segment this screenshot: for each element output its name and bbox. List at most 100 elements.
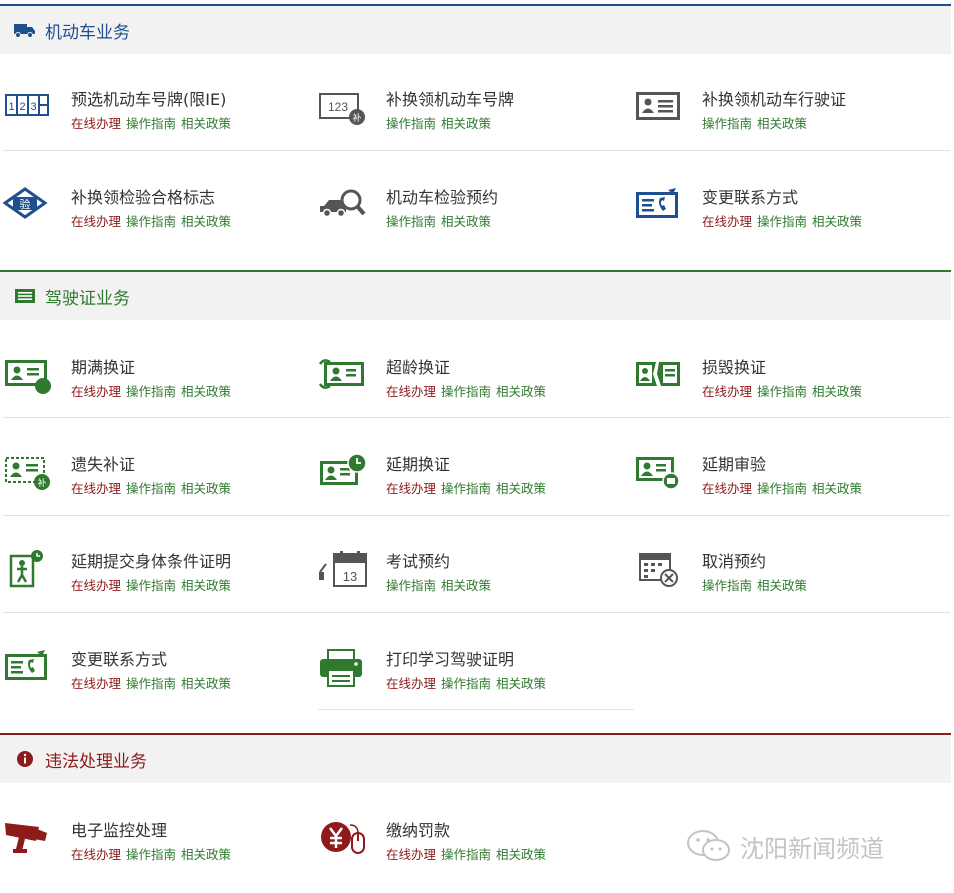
plate-digit: 3	[30, 101, 36, 113]
guide-link[interactable]: 操作指南	[126, 116, 176, 131]
service-title[interactable]: 预选机动车号牌(限IE)	[71, 86, 226, 110]
online-link[interactable]: 在线办理	[71, 214, 121, 229]
service-item[interactable]: 123 补 补换领机动车号牌 操作指南 相关政策	[318, 86, 618, 146]
service-item[interactable]: 期满换证 在线办理 操作指南 相关政策	[3, 354, 303, 414]
online-link[interactable]: 在线办理	[386, 481, 436, 496]
guide-link[interactable]: 操作指南	[386, 116, 436, 131]
service-item[interactable]: 变更联系方式 在线办理 操作指南 相关政策	[634, 184, 934, 244]
guide-link[interactable]: 操作指南	[757, 481, 807, 496]
service-title[interactable]: 考试预约	[386, 548, 450, 572]
guide-link[interactable]: 操作指南	[757, 214, 807, 229]
vehicle-license-icon	[634, 88, 684, 128]
service-title[interactable]: 电子监控处理	[71, 817, 167, 841]
guide-link[interactable]: 操作指南	[702, 578, 752, 593]
service-item[interactable]: 延期审验 在线办理 操作指南 相关政策	[634, 451, 934, 511]
service-title[interactable]: 补换领机动车行驶证	[702, 86, 846, 110]
service-item[interactable]: 缴纳罚款 在线办理 操作指南 相关政策	[318, 817, 618, 877]
service-item[interactable]: 13 考试预约 操作指南 相关政策	[318, 548, 618, 608]
policy-link[interactable]: 相关政策	[496, 676, 546, 691]
service-item[interactable]: 变更联系方式 在线办理 操作指南 相关政策	[3, 646, 303, 706]
guide-link[interactable]: 操作指南	[386, 578, 436, 593]
guide-link[interactable]: 操作指南	[126, 578, 176, 593]
yen-payment-icon	[318, 819, 368, 859]
service-title[interactable]: 取消预约	[702, 548, 766, 572]
online-link[interactable]: 在线办理	[71, 578, 121, 593]
service-item[interactable]: 取消预约 操作指南 相关政策	[634, 548, 934, 608]
service-title[interactable]: 超龄换证	[386, 354, 450, 378]
policy-link[interactable]: 相关政策	[757, 578, 807, 593]
online-link[interactable]: 在线办理	[386, 676, 436, 691]
policy-link[interactable]: 相关政策	[441, 116, 491, 131]
service-item[interactable]: 电子监控处理 在线办理 操作指南 相关政策	[3, 817, 303, 877]
service-title[interactable]: 补换领机动车号牌	[386, 86, 514, 110]
service-item[interactable]: 打印学习驾驶证明 在线办理 操作指南 相关政策	[318, 646, 618, 706]
policy-link[interactable]: 相关政策	[181, 116, 231, 131]
guide-link[interactable]: 操作指南	[441, 676, 491, 691]
policy-link[interactable]: 相关政策	[496, 847, 546, 862]
guide-link[interactable]: 操作指南	[386, 214, 436, 229]
policy-link[interactable]: 相关政策	[812, 384, 862, 399]
section-title: 驾驶证业务	[45, 288, 130, 309]
guide-link[interactable]: 操作指南	[126, 481, 176, 496]
policy-link[interactable]: 相关政策	[441, 578, 491, 593]
service-item[interactable]: 机动车检验预约 操作指南 相关政策	[318, 184, 618, 244]
policy-link[interactable]: 相关政策	[181, 214, 231, 229]
service-title[interactable]: 机动车检验预约	[386, 184, 498, 208]
online-link[interactable]: 在线办理	[702, 214, 752, 229]
service-title[interactable]: 补换领检验合格标志	[71, 184, 215, 208]
policy-link[interactable]: 相关政策	[496, 384, 546, 399]
online-link[interactable]: 在线办理	[71, 481, 121, 496]
policy-link[interactable]: 相关政策	[496, 481, 546, 496]
service-title[interactable]: 期满换证	[71, 354, 135, 378]
online-link[interactable]: 在线办理	[71, 384, 121, 399]
service-title[interactable]: 遗失补证	[71, 451, 135, 475]
online-link[interactable]: 在线办理	[71, 676, 121, 691]
online-link[interactable]: 在线办理	[386, 847, 436, 862]
service-title[interactable]: 变更联系方式	[71, 646, 167, 670]
policy-link[interactable]: 相关政策	[441, 214, 491, 229]
service-title[interactable]: 打印学习驾驶证明	[386, 646, 514, 670]
policy-link[interactable]: 相关政策	[181, 847, 231, 862]
online-link[interactable]: 在线办理	[702, 384, 752, 399]
online-link[interactable]: 在线办理	[71, 847, 121, 862]
service-item[interactable]: 延期提交身体条件证明 在线办理 操作指南 相关政策	[3, 548, 303, 608]
online-link[interactable]: 在线办理	[71, 116, 121, 131]
service-title[interactable]: 变更联系方式	[702, 184, 798, 208]
service-title[interactable]: 延期换证	[386, 451, 450, 475]
guide-link[interactable]: 操作指南	[126, 676, 176, 691]
service-item[interactable]: 补 遗失补证 在线办理 操作指南 相关政策	[3, 451, 303, 511]
service-title[interactable]: 损毁换证	[702, 354, 766, 378]
watermark-text: 沈阳新闻频道	[740, 834, 884, 863]
service-item[interactable]: 损毁换证 在线办理 操作指南 相关政策	[634, 354, 934, 414]
online-link[interactable]: 在线办理	[386, 384, 436, 399]
service-item[interactable]: 延期换证 在线办理 操作指南 相关政策	[318, 451, 618, 511]
service-item[interactable]: 验 补换领检验合格标志 在线办理 操作指南 相关政策	[3, 184, 303, 244]
camera-icon	[3, 819, 53, 859]
service-title[interactable]: 缴纳罚款	[386, 817, 450, 841]
service-item[interactable]: 超龄换证 在线办理 操作指南 相关政策	[318, 354, 618, 414]
service-links: 操作指南 相关政策	[386, 575, 496, 594]
guide-link[interactable]: 操作指南	[441, 847, 491, 862]
policy-link[interactable]: 相关政策	[181, 676, 231, 691]
policy-link[interactable]: 相关政策	[812, 481, 862, 496]
guide-link[interactable]: 操作指南	[757, 384, 807, 399]
guide-link[interactable]: 操作指南	[441, 481, 491, 496]
service-links: 在线办理 操作指南 相关政策	[386, 844, 551, 863]
service-item[interactable]: 补换领机动车行驶证 操作指南 相关政策	[634, 86, 934, 146]
policy-link[interactable]: 相关政策	[812, 214, 862, 229]
policy-link[interactable]: 相关政策	[181, 384, 231, 399]
guide-link[interactable]: 操作指南	[702, 116, 752, 131]
policy-link[interactable]: 相关政策	[757, 116, 807, 131]
service-title[interactable]: 延期审验	[702, 451, 766, 475]
section-header-violation: 违法处理业务	[0, 733, 951, 783]
guide-link[interactable]: 操作指南	[441, 384, 491, 399]
service-item[interactable]: 123 预选机动车号牌(限IE) 在线办理 操作指南 相关政策	[3, 86, 303, 146]
policy-link[interactable]: 相关政策	[181, 481, 231, 496]
service-links: 在线办理 操作指南 相关政策	[71, 575, 236, 594]
policy-link[interactable]: 相关政策	[181, 578, 231, 593]
guide-link[interactable]: 操作指南	[126, 214, 176, 229]
guide-link[interactable]: 操作指南	[126, 847, 176, 862]
online-link[interactable]: 在线办理	[702, 481, 752, 496]
guide-link[interactable]: 操作指南	[126, 384, 176, 399]
service-title[interactable]: 延期提交身体条件证明	[71, 548, 231, 572]
